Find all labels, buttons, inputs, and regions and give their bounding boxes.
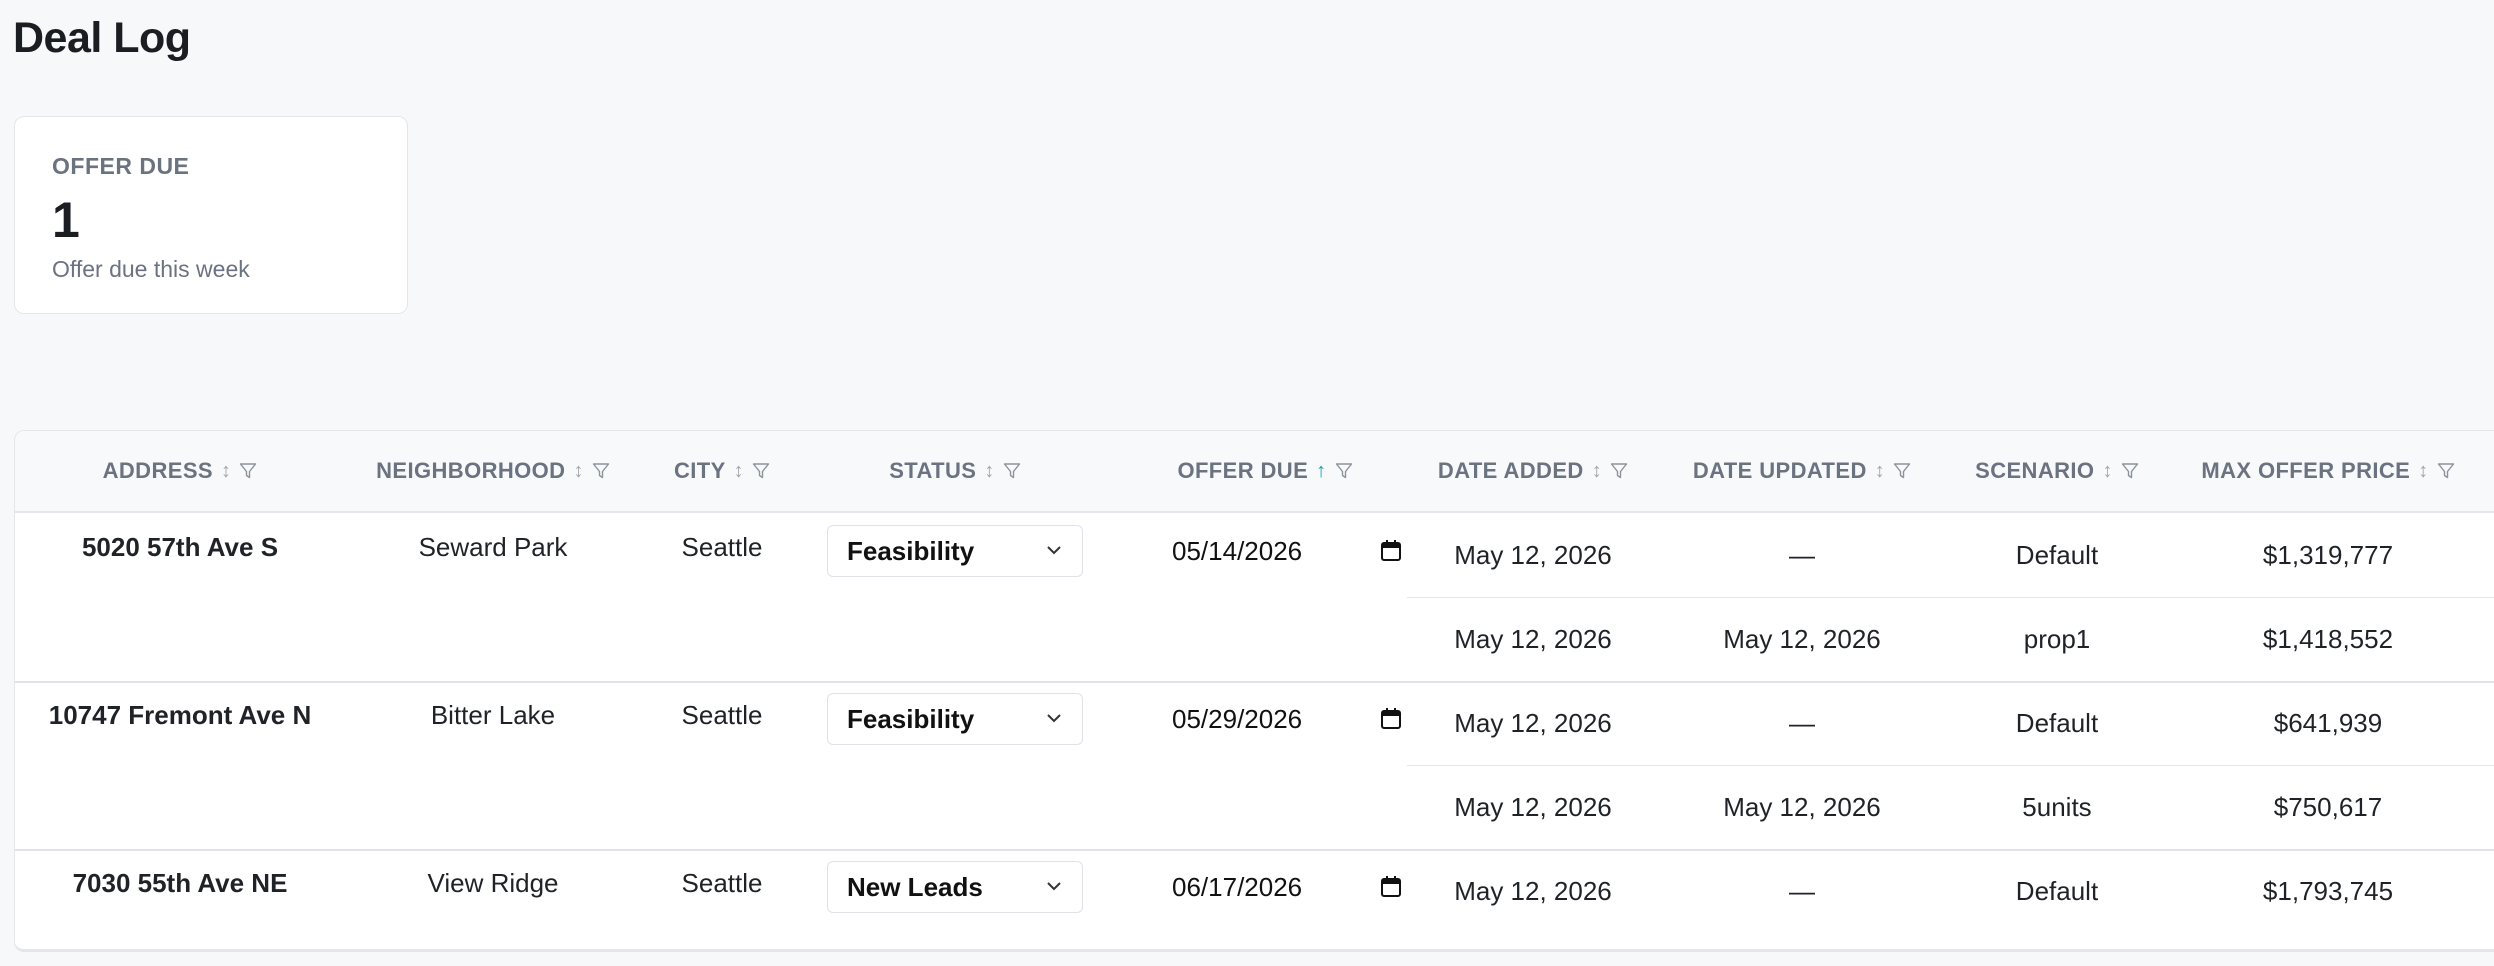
- scenario-divider: [1407, 765, 2494, 766]
- sort-icon[interactable]: ↕: [2418, 460, 2428, 483]
- offer-due-date-input[interactable]: 05/29/2026: [1172, 699, 1402, 739]
- date-added-cell: May 12, 2026: [1454, 707, 1612, 738]
- date-added-cell: May 12, 2026: [1454, 791, 1612, 822]
- scenario-cell: Default: [2015, 875, 2099, 906]
- address-cell: 10747 Fremont Ave N: [48, 699, 312, 730]
- max-offer-price-cell: $1,793,745: [2262, 875, 2394, 906]
- chevron-down-icon: [1047, 882, 1061, 891]
- status-select[interactable]: New Leads: [827, 861, 1083, 913]
- chevron-down-icon: [1047, 546, 1061, 555]
- scenario-cell: 5units: [2022, 791, 2092, 822]
- date-added-cell: May 12, 2026: [1454, 875, 1612, 906]
- column-header-label: SCENARIO: [1975, 458, 2095, 483]
- filter-icon[interactable]: [239, 462, 257, 480]
- status-select[interactable]: Feasibility: [827, 693, 1083, 745]
- sort-icon[interactable]: ↕: [221, 460, 231, 483]
- max-offer-price-cell: $1,418,552: [2262, 623, 2394, 654]
- offer-due-date-input[interactable]: 06/17/2026: [1172, 867, 1402, 907]
- column-header-label: OFFER DUE: [1177, 458, 1309, 483]
- sort-icon[interactable]: ↕: [2102, 460, 2112, 483]
- sort-icon[interactable]: ↕: [1592, 460, 1602, 483]
- filter-icon[interactable]: [1003, 462, 1021, 480]
- scenario-cell: prop1: [2023, 623, 2091, 654]
- max-offer-price-cell: $641,939: [2273, 707, 2383, 738]
- date-added-cell: May 12, 2026: [1454, 539, 1612, 570]
- column-header-label: DATE UPDATED: [1692, 458, 1867, 483]
- sort-ascending-icon[interactable]: ↑: [1316, 460, 1326, 483]
- column-header-label: CITY: [673, 458, 726, 483]
- max-offer-price-cell: $1,319,777: [2262, 539, 2394, 570]
- offer-due-date-input[interactable]: 05/14/2026: [1172, 531, 1402, 571]
- column-header-label: STATUS: [889, 458, 977, 483]
- status-value: Feasibility: [847, 535, 975, 566]
- max-offer-price-cell: $750,617: [2273, 791, 2383, 822]
- column-header-label: MAX OFFER PRICE: [2201, 458, 2411, 483]
- scenario-divider: [1407, 597, 2494, 598]
- filter-icon[interactable]: [2437, 462, 2455, 480]
- sort-icon[interactable]: ↕: [984, 460, 994, 483]
- address-cell: 5020 57th Ave S: [81, 531, 279, 562]
- stat-value: 1: [52, 192, 80, 248]
- scenario-cell: Default: [2015, 539, 2099, 570]
- page-title: Deal Log: [13, 14, 191, 62]
- status-value: Feasibility: [847, 703, 975, 734]
- column-header-label: ADDRESS: [102, 458, 213, 483]
- row-divider: [15, 681, 2494, 683]
- sort-icon[interactable]: ↕: [734, 460, 744, 483]
- column-header-max-offer-price[interactable]: MAX OFFER PRICE ↕: [2128, 431, 2494, 511]
- stat-label: OFFER DUE: [52, 153, 190, 179]
- row-divider: [15, 849, 2494, 851]
- offer-due-value: 05/14/2026: [1172, 535, 1303, 566]
- address-cell: 7030 55th Ave NE: [72, 867, 288, 898]
- chevron-down-icon: [1047, 714, 1061, 723]
- deal-table: ADDRESS ↕ NEIGHBORHOOD ↕ CITY ↕ STATUS ↕ OFFER D…: [14, 430, 2494, 952]
- date-added-cell: May 12, 2026: [1454, 623, 1612, 654]
- offer-due-card: OFFER DUE 1 Offer due this week: [14, 116, 408, 314]
- scenario-cell: Default: [2015, 707, 2099, 738]
- offer-due-value: 05/29/2026: [1172, 703, 1303, 734]
- stat-subtitle: Offer due this week: [52, 256, 250, 282]
- table-header: ADDRESS ↕ NEIGHBORHOOD ↕ CITY ↕ STATUS ↕ OFFER D…: [15, 431, 2494, 513]
- status-select[interactable]: Feasibility: [827, 525, 1083, 577]
- column-header-label: DATE ADDED: [1437, 458, 1584, 483]
- offer-due-value: 06/17/2026: [1172, 871, 1303, 902]
- status-value: New Leads: [847, 871, 983, 902]
